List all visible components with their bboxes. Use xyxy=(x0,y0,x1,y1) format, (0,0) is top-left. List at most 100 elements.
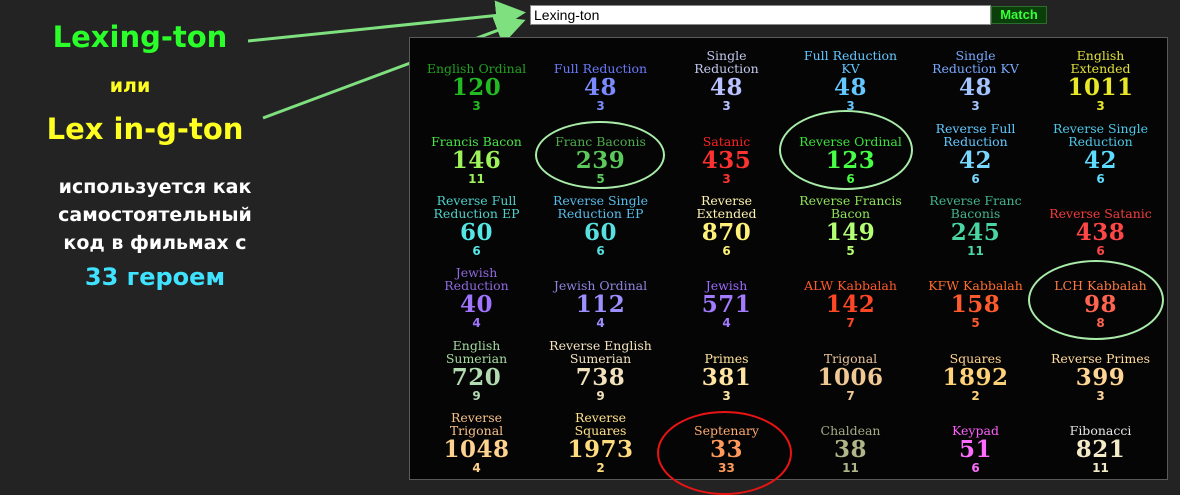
cipher-cell[interactable]: Reverse Full Reduction EP 60 6 xyxy=(414,194,539,257)
cipher-value: 870 xyxy=(701,219,752,246)
cipher-value: 38 xyxy=(833,436,867,463)
cipher-cell[interactable]: Single Reduction KV 48 3 xyxy=(913,49,1038,112)
cipher-reduction: 3 xyxy=(971,99,980,113)
cipher-reduction: 11 xyxy=(842,461,859,475)
cipher-reduction: 3 xyxy=(722,389,731,403)
cipher-cell[interactable]: English Sumerian 720 9 xyxy=(414,339,539,402)
cipher-reduction: 11 xyxy=(967,244,984,258)
cipher-name: KFW Kabbalah xyxy=(928,278,1023,293)
cipher-cell[interactable]: Reverse Franc Baconis 245 11 xyxy=(913,194,1038,257)
cipher-value: 48 xyxy=(958,74,992,101)
cipher-cell[interactable]: Reverse Satanic 438 6 xyxy=(1038,194,1163,257)
cipher-cell[interactable]: Chaldean 38 11 xyxy=(788,411,913,474)
cipher-cell[interactable]: Francis Bacon 146 11 xyxy=(414,122,539,185)
cipher-reduction: 7 xyxy=(846,389,855,403)
cipher-value: 112 xyxy=(575,291,626,318)
cipher-value: 146 xyxy=(451,147,502,174)
cipher-value: 399 xyxy=(1075,364,1126,391)
cipher-cell[interactable]: Jewish Ordinal 112 4 xyxy=(538,266,663,329)
cipher-reduction: 11 xyxy=(1092,461,1109,475)
highlight-circle-septenary xyxy=(657,411,792,495)
cipher-name: Reverse Full Reduction xyxy=(935,121,1016,149)
cipher-cell[interactable]: Full Reduction 48 3 xyxy=(538,49,663,112)
cipher-value: 720 xyxy=(451,364,502,391)
cipher-name: Reverse Squares xyxy=(574,410,627,438)
cipher-value: 48 xyxy=(583,74,617,101)
cipher-cell[interactable]: English Ordinal 120 3 xyxy=(414,49,539,112)
cipher-name: English Ordinal xyxy=(426,61,527,76)
cipher-reduction: 6 xyxy=(722,244,731,258)
cipher-value: 51 xyxy=(958,436,992,463)
cipher-cell[interactable]: Reverse Squares 1973 2 xyxy=(538,411,663,474)
cipher-reduction: 4 xyxy=(596,316,605,330)
cipher-reduction: 2 xyxy=(971,389,980,403)
cipher-value: 60 xyxy=(583,219,617,246)
cipher-value: 435 xyxy=(701,147,752,174)
cipher-name: Single Reduction xyxy=(694,48,759,76)
cipher-value: 245 xyxy=(950,219,1001,246)
cipher-name: Keypad xyxy=(952,423,999,438)
cipher-value: 158 xyxy=(950,291,1001,318)
cipher-results-panel: English Ordinal 120 3 Full Reduction 48 3 Sing… xyxy=(409,37,1168,495)
cipher-value: 1973 xyxy=(567,436,634,463)
cipher-name: ALW Kabbalah xyxy=(804,278,897,293)
cipher-cell[interactable]: English Extended 1011 3 xyxy=(1038,49,1163,112)
cipher-cell[interactable]: Fibonacci 821 11 xyxy=(1038,411,1163,474)
cipher-value: 1892 xyxy=(942,364,1009,391)
cipher-cell[interactable]: Jewish 571 4 xyxy=(664,266,789,329)
cipher-reduction: 9 xyxy=(472,389,481,403)
cipher-name: Single Reduction KV xyxy=(932,48,1019,76)
cipher-value: 821 xyxy=(1075,436,1126,463)
cipher-cell[interactable]: Trigonal 1006 7 xyxy=(788,339,913,402)
cipher-cell[interactable]: Reverse Trigonal 1048 4 xyxy=(414,411,539,474)
cipher-cell[interactable]: Reverse Extended 870 6 xyxy=(664,194,789,257)
cipher-name: Reverse Single Reduction EP xyxy=(552,193,649,221)
cipher-cell[interactable]: Jewish Reduction 40 4 xyxy=(414,266,539,329)
cipher-cell[interactable]: Reverse Primes 399 3 xyxy=(1038,339,1163,402)
cipher-reduction: 4 xyxy=(472,316,481,330)
cipher-name: Reverse Trigonal xyxy=(449,410,504,438)
cipher-cell[interactable]: Squares 1892 2 xyxy=(913,339,1038,402)
cipher-name: Satanic xyxy=(702,134,751,149)
cipher-name: English Extended xyxy=(1070,48,1131,76)
cipher-name: Reverse Extended xyxy=(696,193,757,221)
cipher-value: 42 xyxy=(958,147,992,174)
cipher-reduction: 3 xyxy=(596,99,605,113)
cipher-reduction: 6 xyxy=(1096,172,1105,186)
cipher-cell[interactable]: Reverse Full Reduction 42 6 xyxy=(913,122,1038,185)
cipher-reduction: 6 xyxy=(1096,244,1105,258)
cipher-name: Jewish Ordinal xyxy=(553,278,648,293)
cipher-name: Fibonacci xyxy=(1069,423,1132,438)
cipher-cell[interactable]: Keypad 51 6 xyxy=(913,411,1038,474)
cipher-cell[interactable]: KFW Kabbalah 158 5 xyxy=(913,266,1038,329)
highlight-circle-lch-kabbalah xyxy=(1028,260,1164,340)
cipher-name: Reverse Francis Bacon xyxy=(799,193,902,221)
cipher-name: Reverse Full Reduction EP xyxy=(433,193,520,221)
cipher-value: 120 xyxy=(451,74,502,101)
cipher-name: Jewish Reduction xyxy=(444,265,509,293)
cipher-name: Squares xyxy=(949,351,1002,366)
cipher-cell[interactable]: Satanic 435 3 xyxy=(664,122,789,185)
cipher-value: 60 xyxy=(459,219,493,246)
cipher-reduction: 5 xyxy=(971,316,980,330)
cipher-cell[interactable]: Reverse Francis Bacon 149 5 xyxy=(788,194,913,257)
cipher-cell[interactable]: Reverse Single Reduction EP 60 6 xyxy=(538,194,663,257)
cipher-cell[interactable]: Reverse Single Reduction 42 6 xyxy=(1038,122,1163,185)
cipher-value: 571 xyxy=(701,291,752,318)
cipher-cell[interactable]: Primes 381 3 xyxy=(664,339,789,402)
cipher-reduction: 3 xyxy=(1096,389,1105,403)
cipher-name: Reverse Primes xyxy=(1050,351,1151,366)
cipher-name: Francis Bacon xyxy=(431,134,522,149)
cipher-cell[interactable]: Full Reduction KV 48 3 xyxy=(788,49,913,112)
cipher-value: 40 xyxy=(459,291,493,318)
cipher-reduction: 6 xyxy=(596,244,605,258)
cipher-value: 438 xyxy=(1075,219,1126,246)
search-input[interactable] xyxy=(530,5,991,25)
cipher-value: 1048 xyxy=(443,436,510,463)
cipher-cell[interactable]: ALW Kabbalah 142 7 xyxy=(788,266,913,329)
cipher-cell[interactable]: Single Reduction 48 3 xyxy=(664,49,789,112)
cipher-reduction: 6 xyxy=(971,172,980,186)
cipher-reduction: 5 xyxy=(846,244,855,258)
cipher-cell[interactable]: Reverse English Sumerian 738 9 xyxy=(538,339,663,402)
match-button[interactable]: Match xyxy=(991,6,1047,24)
